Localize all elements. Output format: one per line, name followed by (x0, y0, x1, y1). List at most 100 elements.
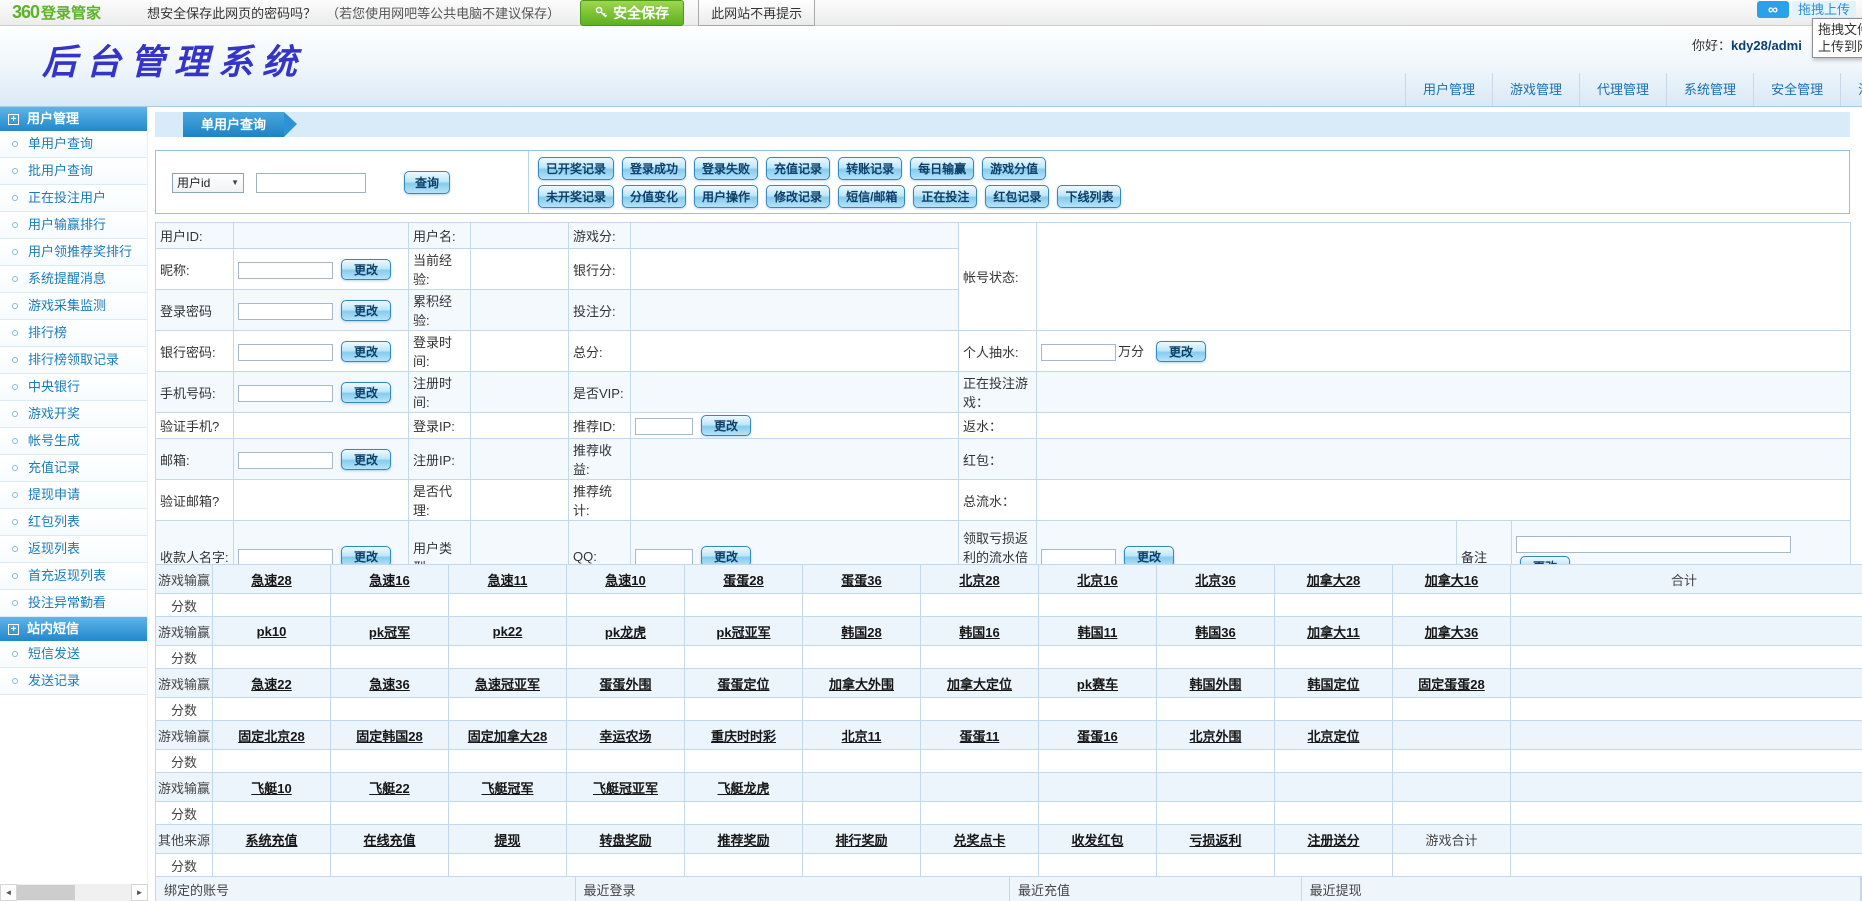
nav-item[interactable]: 用户管理 (1405, 73, 1492, 106)
sidebar-item[interactable]: 游戏采集监测 (0, 293, 147, 320)
form-input[interactable] (238, 344, 333, 361)
scroll-right-icon[interactable]: ► (131, 884, 148, 901)
game-link[interactable]: 幸运农场 (599, 729, 651, 744)
game-link[interactable]: 飞艇龙虎 (717, 781, 769, 796)
nav-item[interactable]: 代理管理 (1579, 73, 1666, 106)
sidebar-item[interactable]: 游戏开奖 (0, 401, 147, 428)
change-button[interactable]: 更改 (341, 300, 391, 321)
game-link[interactable]: pk22 (493, 624, 523, 639)
change-button[interactable]: 更改 (341, 259, 391, 280)
game-link[interactable]: 固定加拿大28 (468, 729, 547, 744)
game-link[interactable]: 收发红包 (1071, 833, 1123, 848)
sidebar-item[interactable]: 批用户查询 (0, 158, 147, 185)
sidebar-section-header[interactable]: +用户管理 (0, 107, 147, 131)
sidebar-item[interactable]: 发送记录 (0, 668, 147, 695)
game-link[interactable]: pk冠亚军 (716, 625, 770, 640)
game-link[interactable]: 加拿大36 (1425, 625, 1478, 640)
game-link[interactable]: 蛋蛋11 (960, 729, 1000, 744)
game-link[interactable]: 北京36 (1195, 573, 1235, 588)
game-link[interactable]: 急速11 (488, 573, 528, 588)
record-button[interactable]: 用户操作 (694, 185, 758, 208)
game-link[interactable]: 系统充值 (245, 833, 297, 848)
sidebar-item[interactable]: 帐号生成 (0, 428, 147, 455)
game-link[interactable]: 排行奖励 (835, 833, 887, 848)
netdisk-drag-upload[interactable]: ∞ 拖拽上传 (1757, 1, 1856, 18)
game-link[interactable]: 蛋蛋16 (1077, 729, 1117, 744)
game-link[interactable]: 急速16 (369, 573, 409, 588)
record-button[interactable]: 游戏分值 (982, 157, 1046, 180)
sidebar-item[interactable]: 返现列表 (0, 536, 147, 563)
record-button[interactable]: 已开奖记录 (538, 157, 614, 180)
form-input[interactable] (1041, 344, 1116, 361)
game-link[interactable]: 蛋蛋28 (723, 573, 763, 588)
game-link[interactable]: 推荐奖励 (717, 833, 769, 848)
record-button[interactable]: 短信/邮箱 (838, 185, 905, 208)
game-link[interactable]: 加拿大定位 (947, 677, 1012, 692)
dismiss-site-button[interactable]: 此网站不再提示 (698, 0, 815, 26)
game-link[interactable]: 韩国定位 (1307, 677, 1359, 692)
query-input[interactable] (256, 173, 366, 193)
game-link[interactable]: 韩国28 (841, 625, 881, 640)
game-link[interactable]: 兑奖点卡 (953, 833, 1005, 848)
change-button[interactable]: 更改 (341, 449, 391, 470)
query-button[interactable]: 查询 (404, 171, 450, 194)
game-link[interactable]: 急速36 (369, 677, 409, 692)
game-link[interactable]: 急速10 (605, 573, 645, 588)
change-button[interactable]: 更改 (341, 382, 391, 403)
sidebar-item[interactable]: 充值记录 (0, 455, 147, 482)
nav-item[interactable]: 注销 (1840, 73, 1862, 106)
nav-item[interactable]: 游戏管理 (1492, 73, 1579, 106)
game-link[interactable]: 北京16 (1077, 573, 1117, 588)
record-button[interactable]: 登录成功 (622, 157, 686, 180)
sidebar-item[interactable]: 红包列表 (0, 509, 147, 536)
record-button[interactable]: 转账记录 (838, 157, 902, 180)
record-button[interactable]: 充值记录 (766, 157, 830, 180)
form-input[interactable] (238, 452, 333, 469)
game-link[interactable]: 加拿大28 (1307, 573, 1360, 588)
form-input[interactable] (238, 385, 333, 402)
sidebar-section-header[interactable]: +站内短信 (0, 617, 147, 641)
game-link[interactable]: 在线充值 (363, 833, 415, 848)
game-link[interactable]: 飞艇22 (369, 781, 409, 796)
game-link[interactable]: pk10 (257, 624, 287, 639)
game-link[interactable]: pk冠军 (369, 625, 410, 640)
game-link[interactable]: 蛋蛋36 (841, 573, 881, 588)
game-link[interactable]: 加拿大外围 (829, 677, 894, 692)
game-link[interactable]: 北京定位 (1307, 729, 1359, 744)
sidebar-item[interactable]: 中央银行 (0, 374, 147, 401)
query-field-select[interactable]: 用户id ▼ (172, 173, 244, 193)
scrollbar-thumb[interactable] (17, 885, 75, 900)
game-link[interactable]: 蛋蛋外围 (599, 677, 651, 692)
sidebar-item[interactable]: 单用户查询 (0, 131, 147, 158)
game-link[interactable]: 韩国36 (1195, 625, 1235, 640)
record-button[interactable]: 分值变化 (622, 185, 686, 208)
change-button[interactable]: 更改 (341, 341, 391, 362)
game-link[interactable]: 固定北京28 (238, 729, 304, 744)
game-link[interactable]: 注册送分 (1307, 833, 1359, 848)
change-button[interactable]: 更改 (1156, 341, 1206, 362)
game-link[interactable]: 加拿大11 (1307, 625, 1360, 640)
game-link[interactable]: pk龙虎 (605, 625, 646, 640)
game-link[interactable]: 北京外围 (1189, 729, 1241, 744)
sidebar-item[interactable]: 用户领推荐奖排行 (0, 239, 147, 266)
game-link[interactable]: 急速28 (251, 573, 291, 588)
game-link[interactable]: 急速22 (251, 677, 291, 692)
sidebar-item[interactable]: 排行榜领取记录 (0, 347, 147, 374)
game-link[interactable]: pk赛车 (1077, 677, 1118, 692)
game-link[interactable]: 重庆时时彩 (711, 729, 776, 744)
sidebar-item[interactable]: 投注异常勤看 (0, 590, 147, 617)
form-input[interactable] (1516, 536, 1791, 553)
game-link[interactable]: 韩国16 (959, 625, 999, 640)
scroll-left-icon[interactable]: ◄ (0, 884, 17, 901)
record-button[interactable]: 修改记录 (766, 185, 830, 208)
game-link[interactable]: 北京11 (842, 729, 882, 744)
record-button[interactable]: 未开奖记录 (538, 185, 614, 208)
record-button[interactable]: 正在投注 (913, 185, 977, 208)
nav-item[interactable]: 系统管理 (1666, 73, 1753, 106)
record-button[interactable]: 红包记录 (985, 185, 1049, 208)
sidebar-item[interactable]: 首充返现列表 (0, 563, 147, 590)
sidebar-item[interactable]: 排行榜 (0, 320, 147, 347)
game-link[interactable]: 固定韩国28 (356, 729, 422, 744)
game-link[interactable]: 飞艇冠亚军 (593, 781, 658, 796)
game-link[interactable]: 加拿大16 (1425, 573, 1478, 588)
